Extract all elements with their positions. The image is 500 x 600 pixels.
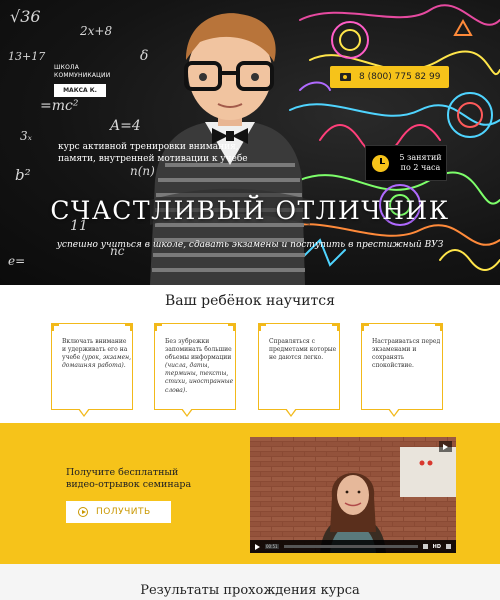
video-controls: 00:51 HD	[250, 540, 456, 553]
page-title: СЧАСТЛИВЫЙ ОТЛИЧНИК	[50, 196, 450, 225]
skill-card-text: Без зубрежки запоминать большие объемы и…	[165, 338, 232, 362]
video-thumbnail	[250, 437, 456, 553]
video-time: 00:51	[265, 544, 279, 549]
learn-section-title: Ваш ребёнок научится	[165, 293, 335, 309]
fullscreen-icon[interactable]	[446, 544, 451, 549]
chalk-formula-4: 13+17	[8, 50, 45, 63]
video-progress-bar[interactable]	[283, 545, 418, 548]
skill-card-subjects: Справляться с предметами которые не дают…	[258, 323, 340, 417]
school-label: ШКОЛА КОММУНИКАЦИИ	[54, 64, 111, 79]
speech-tail	[78, 408, 90, 417]
speech-tail	[181, 408, 193, 417]
preview-line-1: Получите бесплатный	[66, 467, 179, 478]
skill-card-text: Справляться с предметами которые не дают…	[269, 338, 337, 362]
results-section-title: Результаты прохождения курса	[140, 583, 360, 598]
phone-icon	[340, 73, 351, 81]
speech-tail	[388, 408, 400, 417]
preview-text: Получите бесплатный видео-отрывок семина…	[66, 467, 191, 492]
chalk-formula-2: 2x+8	[79, 24, 112, 38]
skill-card-attention: Включать внимание и удерживать его на уч…	[51, 323, 133, 417]
play-circle-icon	[78, 507, 88, 517]
get-video-button-label: ПОЛУЧИТЬ	[96, 507, 151, 517]
preview-line-2: видео-отрывок семинара	[66, 479, 192, 491]
chalk-formula-11: δ	[140, 48, 148, 64]
results-section: Результаты прохождения курса	[0, 564, 500, 600]
phone-number: 8 (800) 775 82 99	[359, 72, 441, 82]
chalk-formula-8: n(n)	[130, 164, 155, 178]
hd-toggle[interactable]: HD	[433, 544, 441, 550]
play-icon[interactable]	[255, 543, 260, 550]
session-info-box: 5 занятий по 2 часа	[365, 145, 447, 181]
chalk-formula-3: =mc²	[40, 98, 79, 114]
speech-tail	[285, 408, 297, 417]
volume-icon[interactable]	[422, 544, 428, 549]
author-badge: МАКСА К.	[54, 84, 106, 97]
skill-card-text: Настраиваться перед экзаменами и сохраня…	[372, 338, 441, 370]
chalk-formula-12: e=	[8, 254, 25, 268]
share-icon[interactable]	[439, 441, 452, 452]
get-video-button[interactable]: ПОЛУЧИТЬ	[66, 501, 171, 523]
skill-card-memory: Без зубрежки запоминать большие объемы и…	[154, 323, 236, 417]
chalk-formula-1: √36	[10, 7, 41, 26]
clock-icon	[372, 154, 389, 172]
hero-section: √36 2x+8 =mc² 13+17 A=4 b² √4 n(n) 3ₓ 11…	[0, 0, 500, 285]
hero-subtitle: успешно учиться в школе, сдавать экзамен…	[56, 240, 444, 250]
video-player[interactable]: 00:51 HD	[250, 437, 456, 553]
phone-button[interactable]: 8 (800) 775 82 99	[330, 66, 449, 88]
chalk-formula-9: 3ₓ	[20, 129, 33, 143]
chalk-formula-6: b²	[15, 166, 31, 184]
video-preview-section: Получите бесплатный видео-отрывок семина…	[0, 423, 500, 564]
skill-card-note: (числа, даты, термины, тексты, стихи, ин…	[165, 362, 234, 394]
skill-card-calm: Настраиваться перед экзаменами и сохраня…	[361, 323, 443, 417]
chalk-formula-5: A=4	[108, 118, 141, 134]
session-info-text: 5 занятий по 2 часа	[399, 153, 442, 172]
course-tagline: курс активной тренировки внимания, памят…	[58, 142, 248, 164]
